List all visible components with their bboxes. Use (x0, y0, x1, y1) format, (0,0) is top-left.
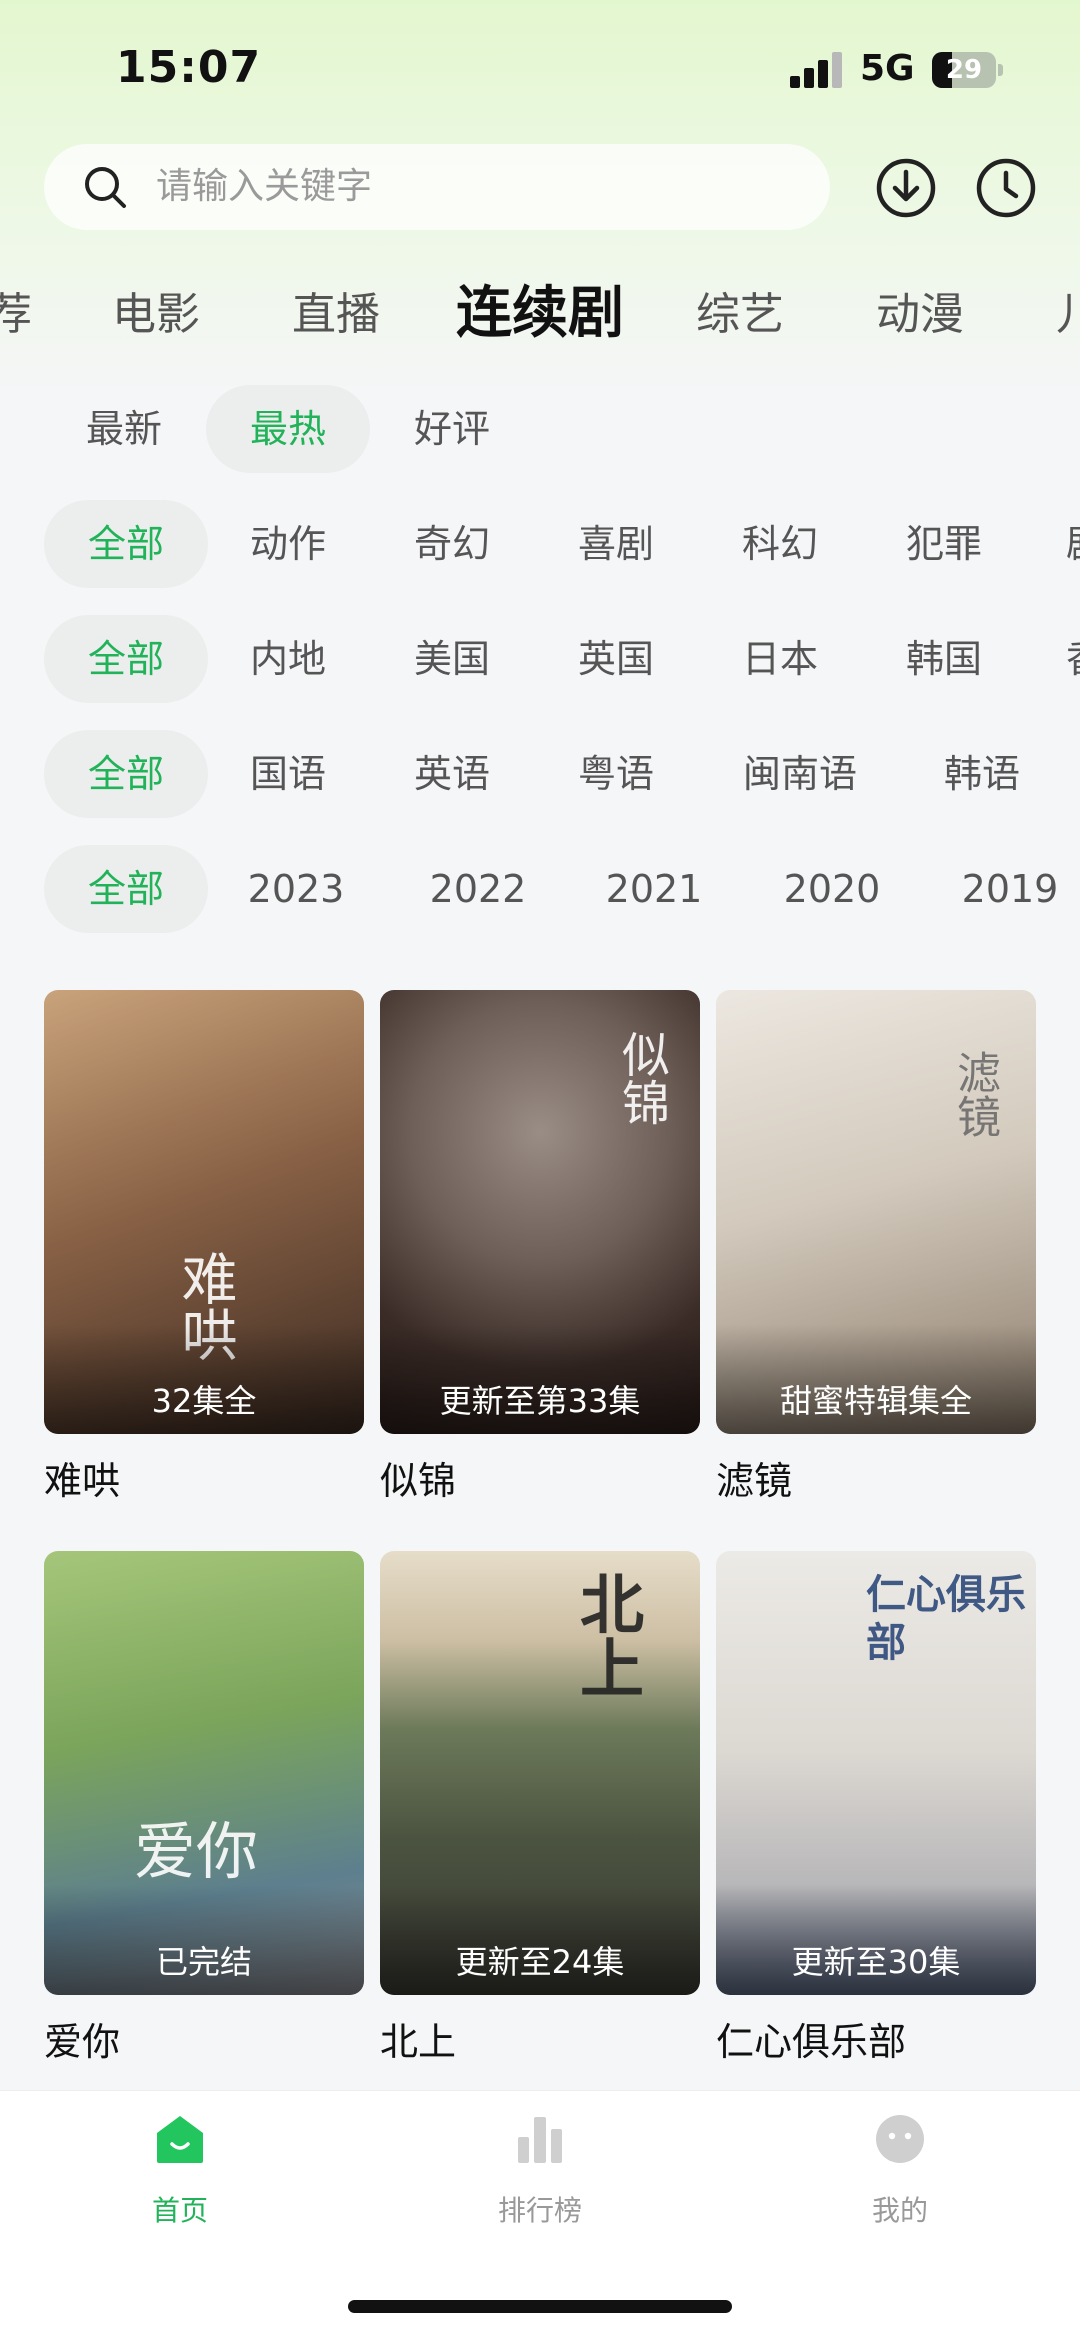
year-2021[interactable]: 2021 (574, 845, 734, 933)
nav-home[interactable]: 首页 (80, 2113, 280, 2233)
region-hongkong[interactable]: 香 (1028, 615, 1080, 703)
show-poster: 仁心俱乐部 更新至30集 (716, 1551, 1036, 1995)
show-title: 仁心俱乐部 (716, 2020, 907, 2064)
genre-scifi[interactable]: 科幻 (700, 500, 860, 588)
poster-title-text: 似锦 (613, 1030, 669, 1126)
search-icon (85, 167, 126, 208)
show-title: 北上 (380, 2020, 457, 2064)
sort-top-rated[interactable]: 好评 (372, 385, 532, 473)
region-mainland[interactable]: 内地 (208, 615, 368, 703)
episode-badge: 更新至第33集 (439, 1382, 641, 1420)
network-type: 5G (860, 48, 915, 89)
language-cantonese[interactable]: 粤语 (536, 730, 696, 818)
sort-hottest[interactable]: 最热 (206, 385, 370, 473)
status-bar: 15:07 5G 29 (0, 0, 1080, 140)
download-icon[interactable] (874, 156, 938, 220)
home-icon (157, 2116, 203, 2163)
genre-drama[interactable]: 剧 (1028, 500, 1080, 588)
show-poster: 爱你 已完结 (44, 1551, 364, 1995)
genre-fantasy[interactable]: 奇幻 (372, 500, 532, 588)
language-korean[interactable]: 韩语 (902, 730, 1062, 818)
region-usa[interactable]: 美国 (372, 615, 532, 703)
language-minnan[interactable]: 闽南语 (720, 730, 880, 818)
tab-kids[interactable]: 儿 (1056, 278, 1080, 342)
clock-icon[interactable] (974, 156, 1038, 220)
home-indicator (348, 2300, 732, 2313)
region-all[interactable]: 全部 (44, 615, 208, 703)
nav-ranking[interactable]: 排行榜 (440, 2113, 640, 2233)
tab-movie[interactable]: 电影 (112, 278, 200, 342)
tab-anime[interactable]: 动漫 (876, 278, 964, 342)
show-poster: 难哄 32集全 (44, 990, 364, 1434)
year-2023[interactable]: 2023 (216, 845, 376, 933)
poster-title-text: 滤镜 (949, 1050, 1000, 1138)
search-bar[interactable]: 请输入关键字 (44, 144, 830, 230)
tab-live[interactable]: 直播 (292, 278, 380, 342)
episode-badge: 更新至30集 (791, 1943, 961, 1981)
region-japan[interactable]: 日本 (700, 615, 860, 703)
episode-badge: 32集全 (151, 1382, 257, 1420)
poster-title-text: 北上 (569, 1571, 644, 1699)
show-poster: 北上 更新至24集 (380, 1551, 700, 1995)
episode-badge: 甜蜜特辑集全 (779, 1382, 972, 1420)
genre-filter-row: 全部 动作 奇幻 喜剧 科幻 犯罪 剧 (0, 500, 1080, 588)
sort-newest[interactable]: 最新 (44, 385, 204, 473)
show-title: 似锦 (380, 1459, 457, 1503)
year-2019[interactable]: 2019 (930, 845, 1080, 933)
genre-action[interactable]: 动作 (208, 500, 368, 588)
nav-profile-label: 我的 (871, 2194, 928, 2227)
battery-level: 29 (945, 55, 983, 85)
show-title: 爱你 (44, 2020, 121, 2064)
genre-all[interactable]: 全部 (44, 500, 208, 588)
signal-icon (790, 52, 844, 88)
show-title: 难哄 (44, 1459, 121, 1503)
show-poster: 滤镜 甜蜜特辑集全 (716, 990, 1036, 1434)
profile-face-icon (876, 2115, 924, 2163)
tab-series[interactable]: 连续剧 (456, 270, 624, 349)
episode-badge: 已完结 (155, 1943, 252, 1981)
year-filter-row: 全部 2023 2022 2021 2020 2019 (0, 845, 1080, 933)
language-english[interactable]: 英语 (372, 730, 532, 818)
genre-crime[interactable]: 犯罪 (864, 500, 1024, 588)
show-poster: 似锦 更新至第33集 (380, 990, 700, 1434)
year-2020[interactable]: 2020 (752, 845, 912, 933)
genre-comedy[interactable]: 喜剧 (536, 500, 696, 588)
language-filter-row: 全部 国语 英语 粤语 闽南语 韩语 (0, 730, 1080, 818)
region-filter-row: 全部 内地 美国 英国 日本 韩国 香 (0, 615, 1080, 703)
year-2022[interactable]: 2022 (398, 845, 558, 933)
language-all[interactable]: 全部 (44, 730, 208, 818)
nav-ranking-label: 排行榜 (497, 2194, 582, 2227)
nav-home-label: 首页 (151, 2194, 208, 2227)
search-placeholder: 请输入关键字 (156, 166, 373, 207)
episode-badge: 更新至24集 (455, 1943, 625, 1981)
poster-title-text: 仁心俱乐部 (866, 1571, 1026, 1666)
tab-recommend[interactable]: 荐 (0, 278, 32, 342)
category-tabs: 荐 电影 直播 连续剧 综艺 动漫 儿 (0, 270, 1080, 350)
nav-profile[interactable]: 我的 (800, 2113, 1000, 2233)
poster-title-text: 爱你 (134, 1815, 259, 1888)
language-mandarin[interactable]: 国语 (208, 730, 368, 818)
show-title: 滤镜 (716, 1459, 793, 1503)
status-time: 15:07 (116, 42, 262, 93)
bar-chart-icon (518, 2117, 562, 2163)
sort-filter-row: 最新 最热 好评 (0, 385, 1080, 473)
battery-icon: 29 (932, 52, 1004, 88)
region-uk[interactable]: 英国 (536, 615, 696, 703)
year-all[interactable]: 全部 (44, 845, 208, 933)
tab-variety[interactable]: 综艺 (696, 278, 784, 342)
region-korea[interactable]: 韩国 (864, 615, 1024, 703)
